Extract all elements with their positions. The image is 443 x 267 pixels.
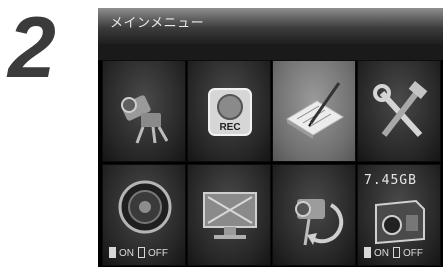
- off-indicator: [393, 247, 400, 258]
- audio-toggle[interactable]: ON OFF: [109, 247, 168, 259]
- device-screen: メインメニュー REC ON OFF 7.45GB ON OFF: [98, 8, 443, 267]
- tile-speaker[interactable]: ON OFF: [102, 164, 186, 266]
- camera-rotate-icon: [295, 199, 344, 246]
- tile-rec[interactable]: REC: [187, 60, 271, 162]
- on-label: ON: [374, 248, 389, 259]
- tile-tools[interactable]: [357, 60, 441, 162]
- off-label: OFF: [148, 248, 168, 259]
- tile-camera-settings[interactable]: [102, 60, 186, 162]
- tile-monitor[interactable]: [187, 164, 271, 266]
- on-indicator: [364, 247, 371, 258]
- on-indicator: [109, 247, 116, 258]
- on-label: ON: [119, 248, 134, 259]
- step-number: 2: [8, 0, 56, 96]
- tile-camera-rotate[interactable]: [272, 164, 356, 266]
- title-bar: メインメニュー: [98, 8, 443, 44]
- sub-bar: [98, 44, 443, 60]
- rec-label: REC: [219, 122, 240, 133]
- camera-settings-icon: [121, 95, 169, 144]
- tile-notepad[interactable]: [272, 60, 356, 162]
- tools-icon: [373, 81, 428, 138]
- rec-icon: REC: [208, 88, 252, 136]
- off-indicator: [138, 247, 145, 258]
- menu-grid: REC ON OFF 7.45GB ON OFF: [102, 60, 443, 267]
- screen-title: メインメニュー: [110, 16, 205, 31]
- monitor-icon: [203, 192, 257, 239]
- storage-toggle[interactable]: ON OFF: [364, 247, 423, 259]
- notepad-pen-icon: [286, 82, 344, 139]
- tile-storage[interactable]: 7.45GB ON OFF: [357, 164, 441, 266]
- off-label: OFF: [403, 248, 423, 259]
